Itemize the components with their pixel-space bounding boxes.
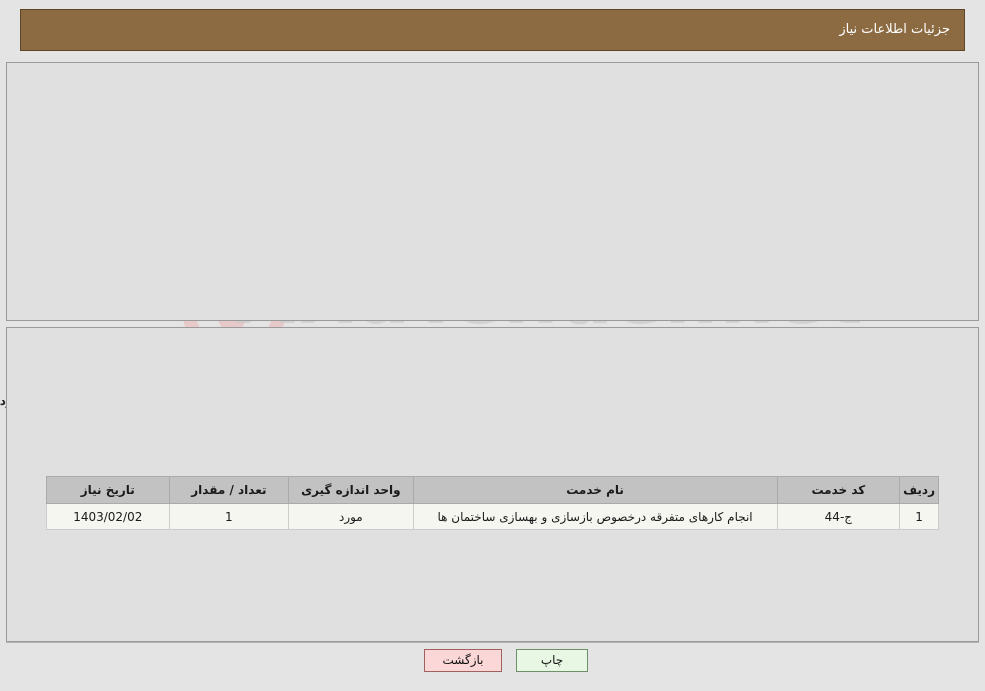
- services-table: ردیف کد خدمت نام خدمت واحد اندازه گیری ت…: [46, 476, 939, 530]
- cell-unit: مورد: [288, 503, 414, 530]
- col-header-name: نام خدمت: [412, 476, 778, 504]
- cell-radif: 1: [899, 503, 939, 530]
- cell-qty: 1: [168, 503, 290, 530]
- cell-name: انجام کارهای متفرقه درخصوص بازسازی و بهس…: [412, 503, 778, 530]
- table-row: 1 ج-44 انجام کارهای متفرقه درخصوص بازساز…: [46, 503, 939, 530]
- table-header-row: ردیف کد خدمت نام خدمت واحد اندازه گیری ت…: [46, 476, 939, 504]
- print-button[interactable]: چاپ: [516, 649, 588, 672]
- col-header-unit: واحد اندازه گیری: [288, 476, 414, 504]
- back-button[interactable]: بازگشت: [424, 649, 502, 672]
- col-header-qty: تعداد / مقدار: [168, 476, 290, 504]
- col-header-radif: ردیف: [899, 476, 939, 504]
- cell-date: 1403/02/02: [46, 503, 170, 530]
- page-header-bar: جزئیات اطلاعات نیاز: [20, 9, 965, 51]
- col-header-date: تاریخ نیاز: [46, 476, 170, 504]
- page-title: جزئیات اطلاعات نیاز: [839, 22, 950, 37]
- need-info-panel: [6, 62, 979, 321]
- col-header-code: کد خدمت: [776, 476, 901, 504]
- cell-code: ج-44: [776, 503, 901, 530]
- footer-divider: [6, 642, 979, 643]
